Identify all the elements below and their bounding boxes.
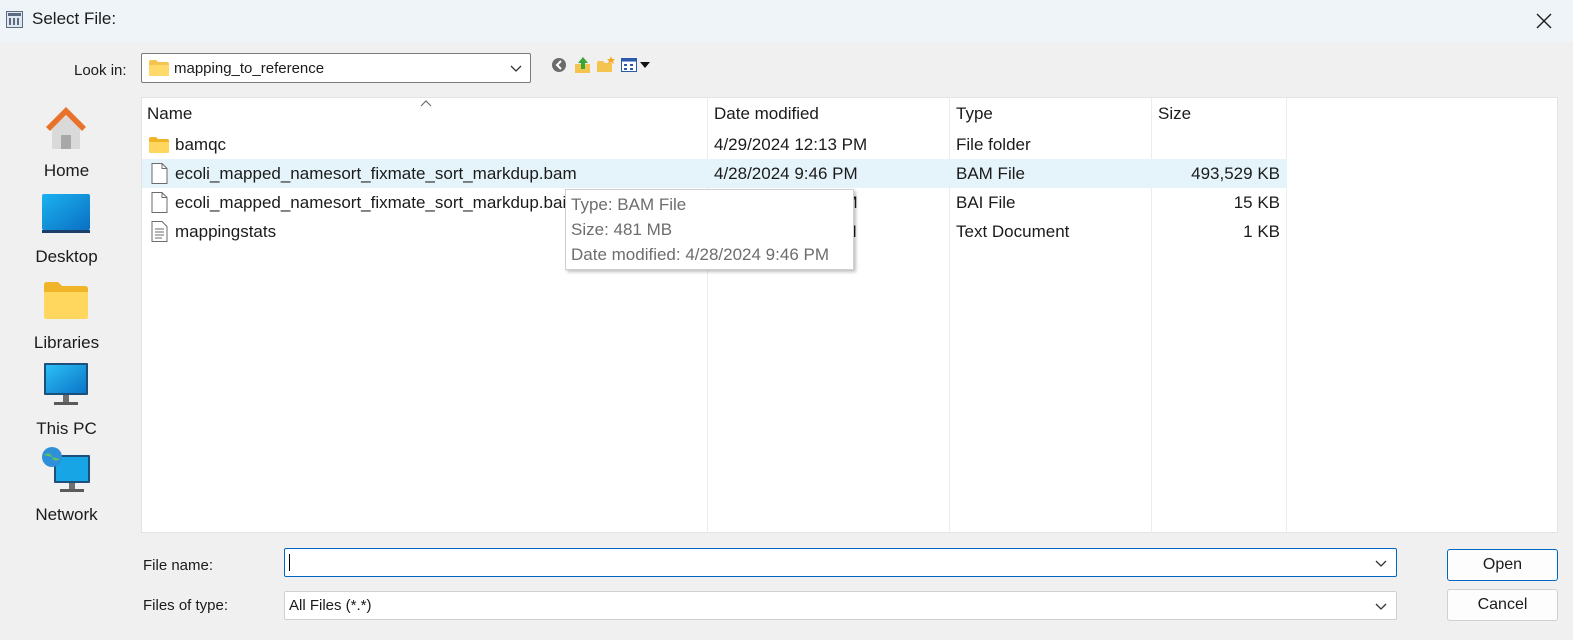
libraries-icon (44, 282, 88, 319)
folder-icon (149, 137, 169, 153)
column-header-type[interactable]: Type (956, 104, 993, 124)
this-pc-icon (44, 363, 88, 405)
open-button[interactable]: Open (1447, 549, 1558, 581)
file-type: BAI File (956, 193, 1016, 212)
chevron-down-icon[interactable] (1374, 556, 1388, 570)
column-header-date[interactable]: Date modified (714, 104, 819, 124)
look-in-label: Look in: (74, 62, 127, 79)
file-type-label: Files of type: (143, 597, 229, 614)
file-name-input[interactable] (285, 549, 1365, 576)
text-file-icon (151, 221, 168, 242)
file-type: BAM File (956, 164, 1025, 183)
app-icon (6, 11, 23, 28)
close-button[interactable] (1521, 0, 1567, 42)
file-name-field[interactable] (284, 548, 1397, 577)
file-info-tooltip: Type: BAM File Size: 481 MB Date modifie… (565, 189, 854, 270)
file-type-select[interactable]: All Files (*.*) (284, 591, 1397, 620)
place-this-pc[interactable]: This PC (0, 361, 133, 445)
file-name: bamqc (175, 135, 227, 154)
place-home[interactable]: Home (0, 103, 133, 187)
place-network[interactable]: Network (0, 447, 133, 531)
cancel-button[interactable]: Cancel (1447, 589, 1558, 621)
title-bar: Select File: (0, 0, 1573, 42)
home-icon (46, 107, 86, 149)
file-date: 4/29/2024 12:13 PM (714, 135, 868, 154)
look-in-combo[interactable]: mapping_to_reference (141, 53, 531, 83)
tooltip-date: Date modified: 4/28/2024 9:46 PM (571, 245, 829, 264)
sort-ascending-icon (420, 100, 432, 107)
file-date: 4/28/2024 9:46 PM (714, 164, 858, 183)
column-header-size[interactable]: Size (1158, 104, 1191, 124)
place-desktop[interactable]: Desktop (0, 189, 133, 273)
network-icon (42, 447, 90, 492)
file-size: 15 KB (1233, 193, 1280, 212)
place-libraries[interactable]: Libraries (0, 275, 133, 359)
text-caret (289, 554, 290, 571)
close-icon (1536, 13, 1552, 29)
place-label: Desktop (35, 247, 98, 266)
chevron-down-icon (1375, 603, 1387, 610)
file-name-label: File name: (143, 557, 214, 574)
file-size: 1 KB (1243, 222, 1280, 241)
place-label: Home (43, 161, 90, 180)
back-icon[interactable] (550, 55, 570, 75)
tooltip-size: Size: 481 MB (571, 220, 673, 239)
file-row[interactable]: bamqc 4/29/2024 12:13 PM File folder (142, 130, 1287, 159)
up-folder-icon[interactable] (573, 55, 593, 75)
desktop-icon (42, 194, 90, 233)
file-name: ecoli_mapped_namesort_fixmate_sort_markd… (175, 164, 577, 183)
place-label: Network (35, 505, 98, 524)
places-bar: Home Desktop Libraries This PC Network (0, 97, 133, 537)
new-folder-icon[interactable] (596, 55, 616, 75)
file-type-value: All Files (*.*) (289, 597, 372, 614)
place-label: Libraries (33, 333, 100, 352)
file-type: File folder (956, 135, 1031, 154)
file-list[interactable]: Name Date modified Type Size bamqc 4/29/… (141, 97, 1558, 534)
tooltip-type: Type: BAM File (571, 195, 687, 214)
view-menu-icon[interactable] (620, 55, 654, 75)
look-in-value: mapping_to_reference (174, 60, 325, 77)
file-icon (151, 163, 168, 184)
place-label: This PC (36, 419, 97, 438)
file-icon (151, 192, 168, 213)
file-row[interactable]: ecoli_mapped_namesort_fixmate_sort_markd… (142, 159, 1287, 188)
chevron-down-icon (510, 65, 522, 72)
window-title: Select File: (32, 9, 117, 28)
file-type: Text Document (956, 222, 1070, 241)
file-size: 493,529 KB (1191, 164, 1280, 183)
column-header-name[interactable]: Name (147, 104, 192, 124)
folder-icon (149, 60, 169, 76)
